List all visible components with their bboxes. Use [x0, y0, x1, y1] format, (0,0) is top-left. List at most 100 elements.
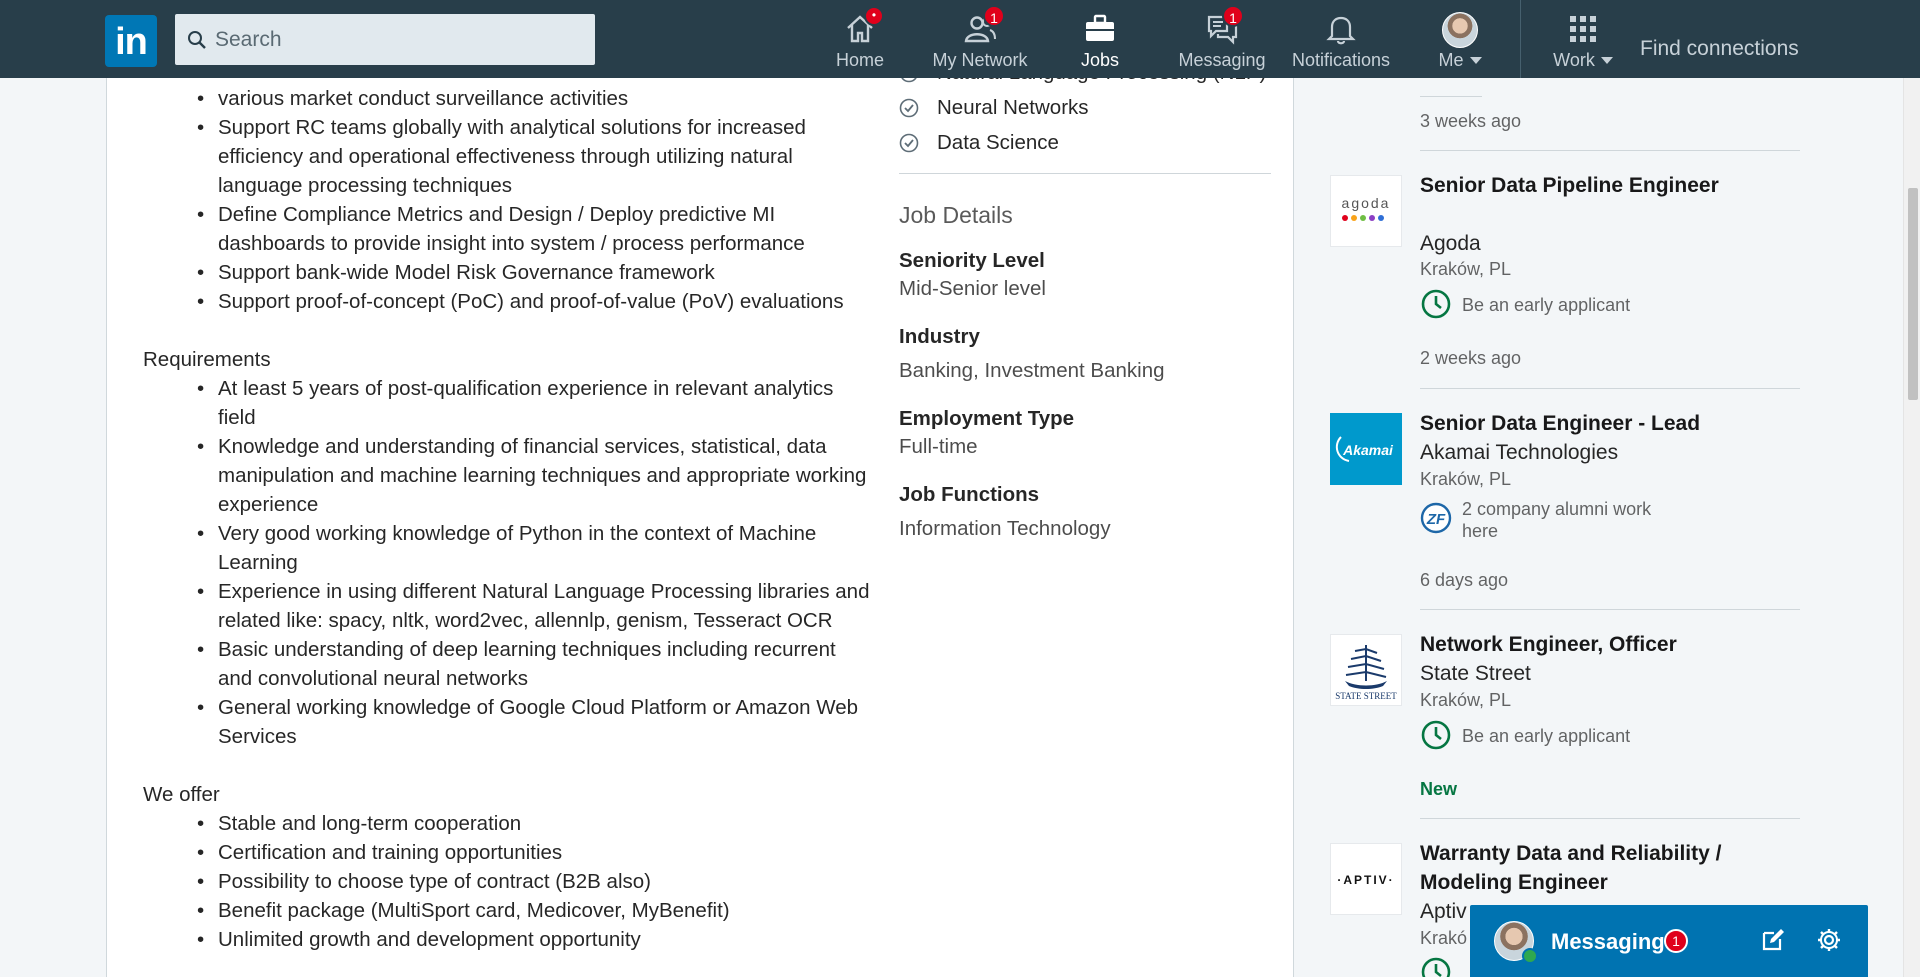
gear-icon[interactable]: [1816, 927, 1842, 953]
messaging-overlay-badge: 1: [1664, 929, 1688, 953]
job-title-link[interactable]: Network Engineer, Officer: [1420, 630, 1730, 659]
scrollbar-thumb[interactable]: [1908, 188, 1918, 400]
job-title-link[interactable]: Senior Data Pipeline Engineer: [1420, 171, 1730, 200]
job-posted-time: 2 weeks ago: [1420, 348, 1522, 368]
job-title-link[interactable]: Senior Data Engineer - Lead: [1420, 409, 1750, 438]
messaging-overlay-label[interactable]: Messaging: [1551, 929, 1665, 955]
skill-label: Data Science: [937, 131, 1059, 154]
messaging-nav-badge: 1: [1222, 5, 1244, 27]
divider: [1420, 388, 1800, 389]
industry-value[interactable]: Banking, Investment Banking: [899, 357, 1271, 385]
akamai-logo: Akamai: [1335, 436, 1394, 462]
requirements-heading: Requirements: [143, 348, 271, 371]
divider: [1420, 150, 1800, 151]
search-input[interactable]: [215, 27, 575, 52]
clock-icon: [1421, 957, 1451, 977]
search-box[interactable]: [175, 14, 595, 65]
nav-home[interactable]: • Home: [820, 0, 900, 78]
list-item: Basic understanding of deep learning tec…: [197, 635, 873, 693]
job-company[interactable]: Aptiv: [1420, 900, 1467, 924]
list-item: Very good working knowledge of Python in…: [197, 519, 873, 577]
skills-and-details: Natural Language Processing (NLP) Neural…: [899, 61, 1271, 563]
grid-icon: [1570, 16, 1596, 42]
network-badge: 1: [983, 5, 1005, 27]
job-company[interactable]: Agoda: [1420, 232, 1481, 256]
akamai-logo-text: Akamai: [1342, 442, 1394, 458]
list-item: Possibility to choose type of contract (…: [197, 867, 873, 896]
find-connections-link[interactable]: Find connections: [1640, 37, 1799, 61]
seniority-value: Mid-Senior level: [899, 277, 1046, 300]
job-new-badge: New: [1420, 779, 1458, 799]
company-logo-akamai[interactable]: Akamai: [1330, 413, 1402, 485]
list-item: At least 5 years of post-qualification e…: [197, 374, 873, 432]
intro-fragment-text: various market conduct surveillance acti…: [218, 87, 629, 110]
job-location: Kraków, PL: [1420, 259, 1512, 279]
job-insight-text: Be an early applicant: [1462, 726, 1631, 746]
nav-jobs[interactable]: Jobs: [1060, 0, 1140, 78]
industry-label: Industry: [899, 325, 980, 348]
check-circle-icon: [899, 133, 919, 153]
job-insight-text: 2 company alumni work here: [1462, 499, 1652, 541]
divider: [1420, 609, 1800, 610]
aptiv-logo: ·APTIV·: [1337, 873, 1394, 887]
company-logo-state-street[interactable]: STATE STREET: [1330, 634, 1402, 706]
list-item: Knowledge and understanding of financial…: [197, 432, 873, 519]
bell-icon: [1326, 16, 1356, 45]
job-location: Kraków, PL: [1420, 690, 1512, 710]
job-company[interactable]: Akamai Technologies: [1420, 441, 1618, 465]
top-navigation-bar: in • Home 1 My Network Jobs 1 Messaging …: [0, 0, 1920, 78]
avatar: [1442, 12, 1478, 48]
skill-item: Neural Networks: [899, 93, 1271, 122]
nav-jobs-label: Jobs: [1080, 50, 1120, 70]
nav-me-label-wrap: Me: [1418, 50, 1502, 71]
nav-my-network-label: My Network: [932, 50, 1028, 70]
chevron-down-icon: [1469, 57, 1482, 64]
list-item: Certification and training opportunities: [197, 838, 873, 867]
nav-home-label: Home: [835, 50, 884, 70]
agoda-logo: agoda: [1342, 195, 1388, 221]
nav-work[interactable]: Work: [1540, 0, 1626, 78]
job-insight-text: Be an early applicant: [1462, 295, 1631, 315]
job-functions-value[interactable]: Information Technology: [899, 515, 1271, 543]
job-description: various market conduct surveillance acti…: [143, 78, 873, 954]
divider: [899, 173, 1271, 174]
list-item-fragment: various market conduct surveillance acti…: [197, 84, 873, 113]
offer-list: Stable and long-term cooperation Certifi…: [143, 809, 873, 954]
nav-messaging[interactable]: 1 Messaging: [1172, 0, 1272, 78]
compose-icon[interactable]: [1760, 927, 1786, 953]
clock-icon: [1421, 720, 1451, 750]
state-street-logo: STATE STREET: [1335, 645, 1397, 701]
nav-messaging-label: Messaging: [1178, 50, 1266, 70]
chevron-down-icon: [1600, 57, 1613, 64]
list-item: Support RC teams globally with analytica…: [197, 113, 873, 200]
seniority-label: Seniority Level: [899, 249, 1045, 272]
nav-me-label: Me: [1438, 50, 1464, 70]
home-badge: •: [864, 6, 884, 26]
nav-notifications[interactable]: Notifications: [1288, 0, 1394, 78]
job-insight: ZF 2 company alumni work here: [1420, 498, 1672, 542]
nav-notifications-label: Notifications: [1291, 50, 1391, 70]
job-title-link[interactable]: Warranty Data and Reliability / Modeling…: [1420, 839, 1740, 897]
divider: [1420, 96, 1482, 97]
list-item: Unlimited growth and development opportu…: [197, 925, 873, 954]
messaging-overlay-bar[interactable]: Messaging 1: [1470, 905, 1868, 977]
page-scrollbar[interactable]: [1903, 0, 1920, 977]
job-company[interactable]: State Street: [1420, 662, 1531, 686]
responsibilities-list: various market conduct surveillance acti…: [143, 84, 873, 113]
linkedin-logo[interactable]: in: [105, 15, 157, 67]
nav-divider: [1520, 0, 1521, 78]
company-logo-agoda[interactable]: agoda: [1330, 175, 1402, 247]
responsibilities-list-tail: Support RC teams globally with analytica…: [143, 113, 873, 316]
aptiv-logo-text: ·APTIV·: [1337, 873, 1394, 887]
job-functions-label: Job Functions: [899, 483, 1040, 506]
state-street-logo-text: STATE STREET: [1335, 691, 1397, 701]
job-description-card: various market conduct surveillance acti…: [106, 61, 1294, 977]
list-item: Benefit package (MultiSport card, Medico…: [197, 896, 873, 925]
nav-me[interactable]: Me: [1418, 0, 1502, 78]
nav-my-network[interactable]: 1 My Network: [927, 0, 1033, 78]
zf-logo-icon: ZF: [1420, 502, 1452, 534]
company-logo-aptiv[interactable]: ·APTIV·: [1330, 843, 1402, 915]
briefcase-icon: [1086, 14, 1114, 41]
skill-item: Data Science: [899, 128, 1271, 157]
search-icon: [188, 30, 206, 49]
